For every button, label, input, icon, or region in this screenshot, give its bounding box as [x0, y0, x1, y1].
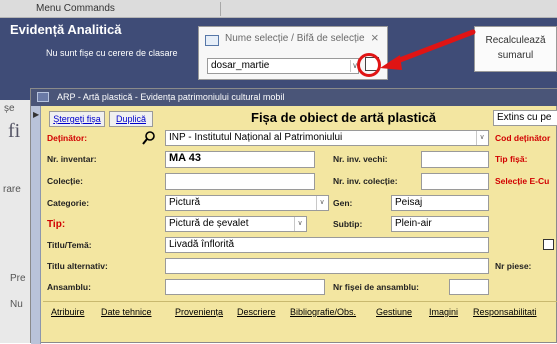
tip-value: Pictură de șevalet: [169, 218, 249, 229]
nr-fisei-ansamblu-input[interactable]: [449, 279, 489, 295]
tab-responsabilitati[interactable]: Responsabilitati: [473, 307, 537, 317]
tab-date-tehnice[interactable]: Date tehnice: [101, 307, 152, 317]
left-strip-text: Pre: [10, 273, 26, 284]
tip-fisa-label: Tip fișă:: [495, 154, 528, 164]
nr-inventar-input[interactable]: MA 43: [165, 151, 315, 168]
selection-name-value: dosar_martie: [211, 60, 270, 71]
dropdown-arrow-icon[interactable]: ∨: [316, 196, 327, 210]
left-strip-text: rare: [3, 184, 21, 195]
left-strip-text: Nu: [10, 299, 23, 310]
delete-record-button[interactable]: Ștergeți fișa: [49, 111, 105, 127]
colectie-input[interactable]: [165, 173, 315, 190]
search-icon[interactable]: [141, 130, 159, 146]
menu-divider: [220, 2, 221, 16]
selection-name-select[interactable]: dosar_martie ∨: [207, 58, 359, 74]
tip-select[interactable]: Pictură de șevalet ∨: [165, 216, 307, 232]
red-arrow-annotation: [380, 29, 476, 70]
titlu-alternativ-input[interactable]: [165, 258, 489, 274]
tab-descriere[interactable]: Descriere: [237, 307, 276, 317]
tabs-divider: [43, 301, 557, 302]
titlu-tema-input[interactable]: Livadă înflorită: [165, 237, 489, 253]
red-circle-annotation: [357, 53, 381, 77]
dropdown-arrow-icon[interactable]: ∨: [294, 217, 305, 231]
right-checkbox[interactable]: [543, 239, 554, 250]
selectie-ecu-label: Selecție E-Cu: [495, 176, 550, 186]
nr-inv-colectie-label: Nr. inv. colecție:: [333, 176, 398, 186]
subtip-select[interactable]: Plein-air: [391, 216, 489, 232]
left-strip-text: fi: [8, 120, 21, 142]
window-icon: [205, 35, 219, 46]
tab-gestiune[interactable]: Gestiune: [376, 307, 412, 317]
record-pointer-icon: ▶: [33, 110, 40, 119]
nr-inventar-label: Nr. inventar:: [47, 154, 97, 164]
gen-label: Gen:: [333, 198, 353, 208]
ansamblu-input[interactable]: [165, 279, 325, 295]
detinator-label: Deținător:: [47, 133, 88, 143]
form-title-bar: ARP - Artă plastică - Evidența patrimoni…: [31, 89, 557, 106]
app-subtitle: Nu sunt fișe cu cerere de clasare: [46, 48, 178, 58]
categorie-value: Pictură: [169, 197, 201, 208]
window-icon: [37, 92, 49, 102]
tab-provenienta[interactable]: Proveniența: [175, 307, 223, 317]
nr-inv-colectie-input[interactable]: [421, 173, 489, 190]
recalculate-summary-button[interactable]: Recalculează sumarul: [474, 26, 557, 72]
menu-commands-label: Menu Commands: [36, 3, 115, 14]
recalculate-label-line1: Recalculează: [485, 35, 546, 46]
nr-fisei-ansamblu-label: Nr fișei de ansamblu:: [333, 282, 419, 292]
tab-bibliografie[interactable]: Bibliografie/Obs.: [290, 307, 356, 317]
categorie-select[interactable]: Pictură ∨: [165, 195, 329, 211]
menu-commands-bar: Menu Commands: [0, 0, 557, 18]
record-selector[interactable]: ▶: [31, 106, 41, 344]
tab-atribuire[interactable]: Atribuire: [51, 307, 85, 317]
categorie-label: Categorie:: [47, 198, 90, 208]
gen-select[interactable]: Peisaj: [391, 195, 489, 211]
recalculate-label-line2: sumarul: [497, 50, 534, 61]
app-title: Evidență Analitică: [10, 22, 122, 37]
titlu-alternativ-label: Titlu alternativ:: [47, 261, 108, 271]
duplicate-button[interactable]: Duplică: [109, 111, 153, 127]
form-heading: Fișa de obiect de artă plastică: [251, 110, 436, 125]
detinator-value: INP - Institutul Național al Patrimoniul…: [169, 132, 343, 143]
titlu-tema-label: Titlu/Temă:: [47, 240, 92, 250]
subtip-label: Subtip:: [333, 219, 363, 229]
nr-inv-vechi-input[interactable]: [421, 151, 489, 168]
object-record-form: ARP - Artă plastică - Evidența patrimoni…: [30, 88, 557, 344]
colectie-label: Colecție:: [47, 176, 83, 186]
ansamblu-label: Ansamblu:: [47, 282, 91, 292]
nr-inv-vechi-label: Nr. inv. vechi:: [333, 154, 388, 164]
tab-imagini[interactable]: Imagini: [429, 307, 458, 317]
cod-detinator-label: Cod deținător: [495, 133, 551, 143]
extins-field[interactable]: Extins cu pe: [493, 110, 557, 126]
tip-label: Tip:: [47, 219, 66, 230]
dropdown-arrow-icon[interactable]: ∨: [476, 131, 487, 145]
form-window-title: ARP - Artă plastică - Evidența patrimoni…: [57, 92, 285, 102]
left-strip-text: șe: [4, 103, 15, 114]
popup-title: Nume selecție / Bifă de selecție: [225, 33, 365, 44]
nr-piese-label: Nr piese:: [495, 261, 532, 271]
detinator-select[interactable]: INP - Institutul Național al Patrimoniul…: [165, 130, 489, 146]
